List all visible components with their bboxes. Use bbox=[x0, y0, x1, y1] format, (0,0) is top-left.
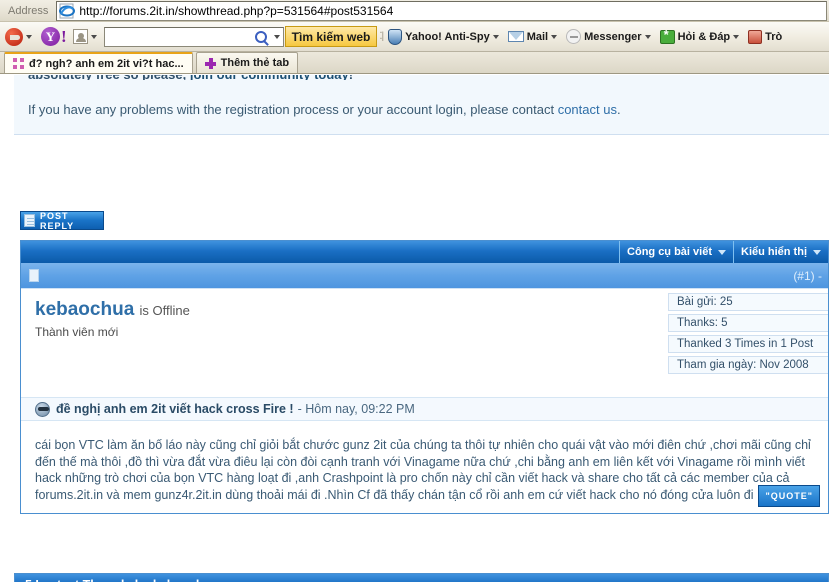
chevron-down-icon bbox=[718, 249, 726, 255]
yahoo-toolbar: Y! Tìm kiếm web ⁚| Yahoo! Anti-Spy Mail … bbox=[0, 22, 829, 52]
contact-us-link[interactable]: contact us bbox=[558, 102, 617, 117]
chevron-down-icon bbox=[644, 34, 651, 39]
profile-button[interactable] bbox=[70, 25, 103, 49]
toolbar-item-messenger[interactable]: Messenger bbox=[563, 25, 656, 49]
toolbar-overflow-handle[interactable]: ⁚| bbox=[377, 31, 385, 42]
tab-label: Thêm thẻ tab bbox=[220, 57, 290, 69]
toolbar-item-label: Messenger bbox=[584, 30, 642, 43]
toolbar-item-label: Mail bbox=[526, 30, 549, 43]
post-header: (#1) - bbox=[21, 263, 828, 289]
document-icon bbox=[24, 214, 35, 227]
post-author-status: is Offline bbox=[139, 303, 190, 318]
thread-tools-label: Công cụ bài viết bbox=[627, 246, 712, 258]
post-title: đề nghị anh em 2it viết hack cross Fire … bbox=[56, 402, 294, 416]
page-left-margin bbox=[0, 75, 14, 582]
post-user-panel: kebaochua is Offline Thành viên mới Bài … bbox=[21, 289, 828, 397]
search-icon bbox=[254, 30, 267, 43]
stat-joined: Tham gia ngày: Nov 2008 bbox=[668, 356, 828, 374]
post-toolbar: Công cụ bài viết Kiểu hiển thị bbox=[21, 241, 828, 263]
post-author[interactable]: kebaochua is Offline bbox=[35, 299, 190, 321]
chevron-down-icon bbox=[551, 34, 558, 39]
grid-icon bbox=[13, 58, 24, 69]
post-message-text: cái bọn VTC làm ăn bố láo này cũng chỉ g… bbox=[35, 438, 811, 502]
display-mode-label: Kiểu hiển thị bbox=[741, 246, 807, 258]
yahoo-bang-icon: ! bbox=[61, 26, 67, 46]
toolbar-item-label: Yahoo! Anti-Spy bbox=[405, 30, 490, 43]
page-content: absolutely free so please, join our comm… bbox=[0, 75, 829, 582]
green-badge-icon bbox=[659, 27, 675, 44]
notice-line2-pre: If you have any problems with the regist… bbox=[28, 102, 558, 117]
post-reply-button[interactable]: POST REPLY bbox=[20, 210, 104, 231]
tab-label: đ? ngh? anh em 2it vi?t hac... bbox=[29, 57, 184, 70]
tab-strip: đ? ngh? anh em 2it vi?t hac... Thêm thẻ … bbox=[0, 52, 829, 74]
notice-line1-end: ! bbox=[349, 75, 353, 80]
yahoo-logo-button[interactable]: Y! bbox=[38, 25, 70, 49]
tab-thread[interactable]: đ? ngh? anh em 2it vi?t hac... bbox=[4, 52, 193, 73]
address-bar: Address http://forums.2it.in/showthread.… bbox=[0, 0, 829, 22]
thread-tools-dropdown[interactable]: Công cụ bài viết bbox=[619, 241, 733, 263]
post-timestamp: - Hôm nay, 09:22 PM bbox=[297, 402, 415, 416]
chevron-down-icon bbox=[813, 249, 821, 255]
address-input[interactable]: http://forums.2it.in/showthread.php?p=53… bbox=[56, 0, 827, 21]
chevron-down-icon bbox=[90, 34, 97, 39]
post-number[interactable]: (#1) - bbox=[793, 269, 822, 283]
display-mode-dropdown[interactable]: Kiểu hiển thị bbox=[733, 241, 828, 263]
web-search-label: Tìm kiếm web bbox=[291, 29, 371, 44]
toolbar-item-games[interactable]: Trò bbox=[745, 25, 785, 49]
yahoo-icon: Y bbox=[41, 27, 60, 46]
messenger-icon bbox=[566, 29, 582, 44]
quote-button[interactable]: "QUOTE" bbox=[758, 484, 820, 507]
post-author-title: Thành viên mới bbox=[35, 325, 119, 339]
chevron-down-icon bbox=[492, 34, 499, 39]
toolbar-search-input[interactable] bbox=[103, 26, 284, 47]
mail-icon bbox=[507, 31, 524, 42]
latest-threads-heading: 5 Lastest Threads by kebaochua bbox=[15, 574, 828, 582]
post-number-label: (#1) bbox=[793, 268, 815, 283]
user-avatar-icon bbox=[72, 29, 88, 44]
red-box-icon bbox=[748, 29, 763, 44]
post-body: kebaochua is Offline Thành viên mới Bài … bbox=[21, 289, 828, 513]
tab-new[interactable]: Thêm thẻ tab bbox=[195, 52, 299, 73]
quote-label: "QUOTE" bbox=[765, 490, 813, 501]
companion-logo-button[interactable] bbox=[2, 25, 38, 49]
post-author-name: kebaochua bbox=[35, 299, 135, 320]
stat-thanks: Thanks: 5 bbox=[668, 314, 828, 332]
toolbar-item-mail[interactable]: Mail bbox=[505, 25, 563, 49]
notice-line-clipped: absolutely free so please, join our comm… bbox=[28, 75, 353, 80]
post-page-icon bbox=[29, 269, 39, 282]
shield-icon bbox=[388, 28, 403, 45]
post-title-row: đề nghị anh em 2it viết hack cross Fire … bbox=[21, 397, 828, 421]
chevron-down-icon bbox=[273, 34, 280, 39]
stat-posts: Bài gửi: 25 bbox=[668, 293, 828, 311]
notice-line1-pre: absolutely free so please, bbox=[28, 75, 186, 80]
notice-line1-link[interactable]: join our community today bbox=[190, 75, 349, 80]
post-author-stats: Bài gửi: 25 Thanks: 5 Thanked 3 Times in… bbox=[668, 293, 828, 377]
sunglasses-smiley-icon bbox=[35, 401, 50, 417]
address-label: Address bbox=[8, 4, 49, 17]
post-reply-label: POST REPLY bbox=[40, 210, 75, 231]
chevron-down-icon bbox=[26, 34, 32, 39]
latest-threads-panel: 5 Lastest Threads by kebaochua Thread Fo… bbox=[14, 573, 829, 582]
toolbar-item-anti-spy[interactable]: Yahoo! Anti-Spy bbox=[385, 25, 505, 49]
plus-icon bbox=[204, 57, 216, 69]
stat-thanked: Thanked 3 Times in 1 Post bbox=[668, 335, 828, 353]
toolbar-item-label: Trò bbox=[765, 30, 783, 43]
browser-page-icon bbox=[59, 3, 76, 19]
address-url-text: http://forums.2it.in/showthread.php?p=53… bbox=[79, 3, 394, 18]
notice-line2-end: . bbox=[616, 102, 621, 117]
chevron-down-icon bbox=[733, 34, 740, 39]
post-container: Công cụ bài viết Kiểu hiển thị (#1) - ke… bbox=[20, 240, 829, 514]
toolbar-item-answers[interactable]: Hỏi & Đáp bbox=[657, 25, 746, 49]
web-search-button[interactable]: Tìm kiếm web bbox=[284, 26, 378, 47]
post-message: cái bọn VTC làm ăn bố láo này cũng chỉ g… bbox=[21, 421, 828, 513]
registration-notice: absolutely free so please, join our comm… bbox=[14, 75, 829, 135]
toolbar-item-label: Hỏi & Đáp bbox=[677, 30, 731, 43]
post-number-suffix: - bbox=[818, 268, 822, 283]
notice-line2: If you have any problems with the regist… bbox=[28, 102, 621, 117]
companion-icon bbox=[5, 27, 23, 46]
